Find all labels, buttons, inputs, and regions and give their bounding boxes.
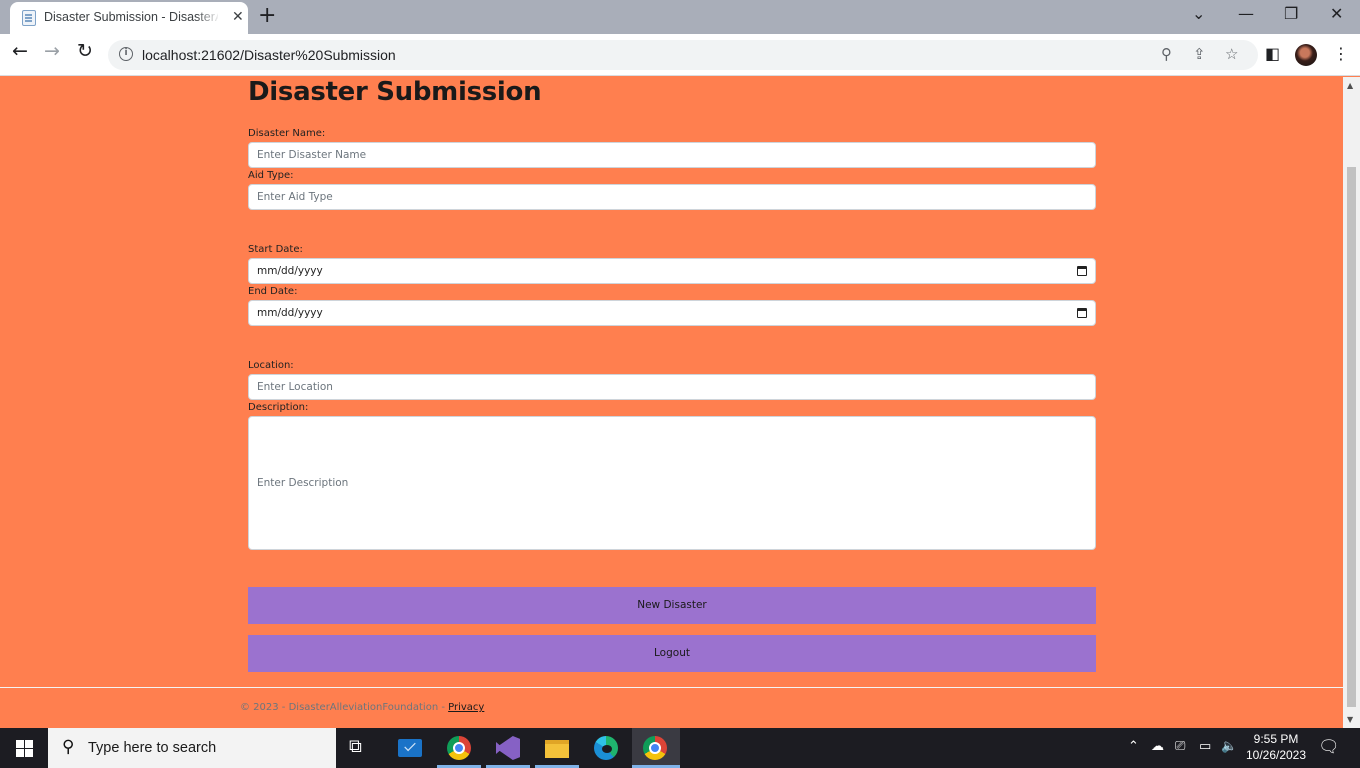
disaster-name-input[interactable]: Enter Disaster Name [248, 142, 1096, 168]
scrollbar-thumb[interactable] [1347, 167, 1356, 707]
start-date-input[interactable]: mm/dd/yyyy [248, 258, 1096, 284]
taskbar-clock[interactable]: 9:55 PM 10/26/2023 [1240, 731, 1312, 763]
share-icon[interactable]: ⇪ [1193, 45, 1206, 63]
page-content: Disaster Submission Disaster Name: Enter… [0, 77, 1343, 728]
page-scrollbar[interactable]: ▲ ▼ [1343, 77, 1360, 728]
privacy-link[interactable]: Privacy [448, 702, 484, 713]
taskbar-search-box[interactable]: ⚲ Type here to search [48, 728, 336, 768]
site-info-icon[interactable]: i [119, 47, 133, 61]
menu-kebab-icon[interactable]: ⋮ [1333, 44, 1349, 63]
page-footer: © 2023 - DisasterAlleviationFoundation -… [0, 687, 1343, 728]
show-hidden-icons-chevron-icon[interactable]: ⌃ [1128, 739, 1139, 754]
chrome-app-icon[interactable] [447, 736, 471, 760]
zoom-icon[interactable]: ⚲ [1161, 45, 1172, 63]
start-date-value: mm/dd/yyyy [257, 265, 323, 277]
back-arrow-icon[interactable]: ← [12, 40, 28, 62]
description-textarea[interactable]: Enter Description [248, 416, 1096, 550]
tab-search-dropdown-icon[interactable]: ⌄ [1192, 4, 1205, 23]
browser-tab[interactable]: Disaster Submission - DisasterAl ✕ [10, 2, 248, 34]
location-input[interactable]: Enter Location [248, 374, 1096, 400]
aid-type-input[interactable]: Enter Aid Type [248, 184, 1096, 210]
logout-button[interactable]: Logout [248, 635, 1096, 672]
taskbar-search-placeholder: Type here to search [88, 740, 217, 756]
calendar-icon[interactable] [1077, 308, 1087, 318]
start-date-label: Start Date: [248, 244, 303, 255]
task-view-icon[interactable]: ⧉ [349, 736, 373, 760]
notifications-icon[interactable]: 🗨 [1318, 737, 1340, 757]
footer-copyright: © 2023 - DisasterAlleviationFoundation - [240, 702, 445, 713]
disaster-name-label: Disaster Name: [248, 128, 326, 139]
end-date-value: mm/dd/yyyy [257, 307, 323, 319]
tab-title: Disaster Submission - DisasterAl [44, 10, 218, 24]
meet-now-icon[interactable]: ⎚ [1175, 739, 1185, 754]
onedrive-icon[interactable]: ☁ [1151, 739, 1164, 754]
network-icon[interactable]: ▭ [1199, 739, 1211, 754]
search-icon: ⚲ [62, 737, 75, 757]
page-title: Disaster Submission [248, 77, 542, 107]
page-favicon-icon [22, 10, 36, 26]
edge-browser-icon[interactable] [594, 736, 618, 760]
aid-type-label: Aid Type: [248, 170, 294, 181]
close-window-button[interactable]: ✕ [1330, 4, 1343, 23]
scroll-up-icon[interactable]: ▲ [1347, 81, 1353, 90]
clock-date: 10/26/2023 [1245, 748, 1307, 762]
minimize-button[interactable]: — [1238, 4, 1254, 23]
new-disaster-button[interactable]: New Disaster [248, 587, 1096, 624]
windows-start-icon[interactable] [16, 740, 33, 757]
windows-taskbar: ⚲ Type here to search ⧉ ⌃ ☁ ⎚ ▭ 🔈 9:55 P… [0, 728, 1360, 768]
restore-button[interactable]: ❐ [1284, 4, 1298, 23]
description-label: Description: [248, 402, 309, 413]
mail-app-icon[interactable] [398, 736, 422, 760]
reload-icon[interactable]: ↻ [77, 40, 93, 62]
location-label: Location: [248, 360, 294, 371]
chrome-active-app-icon[interactable] [643, 736, 667, 760]
forward-arrow-icon[interactable]: → [44, 40, 60, 62]
file-explorer-icon[interactable] [545, 736, 569, 760]
profile-avatar[interactable] [1295, 44, 1317, 66]
tab-close-icon[interactable]: ✕ [232, 9, 244, 25]
url-text[interactable]: localhost:21602/Disaster%20Submission [142, 47, 396, 63]
volume-icon[interactable]: 🔈 [1221, 739, 1237, 754]
end-date-label: End Date: [248, 286, 298, 297]
end-date-input[interactable]: mm/dd/yyyy [248, 300, 1096, 326]
browser-tab-strip: Disaster Submission - DisasterAl ✕ + ⌄ —… [0, 0, 1360, 34]
clock-time: 9:55 PM [1253, 732, 1299, 746]
visual-studio-icon[interactable] [496, 736, 520, 760]
side-panel-icon[interactable]: ◧ [1265, 44, 1280, 63]
bookmark-star-icon[interactable]: ☆ [1225, 45, 1238, 63]
new-tab-button[interactable]: + [258, 3, 276, 28]
calendar-icon[interactable] [1077, 266, 1087, 276]
address-bar[interactable]: i localhost:21602/Disaster%20Submission … [108, 40, 1258, 70]
scroll-down-icon[interactable]: ▼ [1347, 715, 1353, 724]
browser-toolbar: ← → ↻ i localhost:21602/Disaster%20Submi… [0, 34, 1360, 76]
